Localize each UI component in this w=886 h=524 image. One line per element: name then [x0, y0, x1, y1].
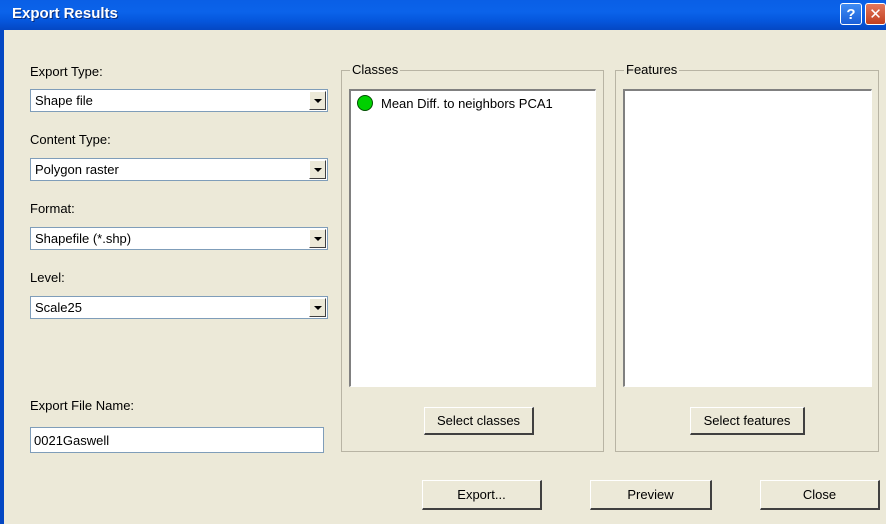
select-features-button[interactable]: Select features — [690, 407, 805, 435]
export-type-select[interactable]: Shape file — [30, 89, 328, 112]
select-classes-button[interactable]: Select classes — [424, 407, 534, 435]
window-title: Export Results — [12, 5, 118, 22]
close-icon: ✕ — [869, 6, 882, 23]
classes-group-title: Classes — [350, 62, 401, 77]
content-type-select[interactable]: Polygon raster — [30, 158, 328, 181]
title-bar: Export Results ? ✕ — [0, 0, 886, 30]
format-select[interactable]: Shapefile (*.shp) — [30, 227, 328, 250]
window-border — [0, 30, 4, 524]
content-type-value: Polygon raster — [35, 162, 119, 177]
close-button[interactable]: Close — [760, 480, 880, 510]
help-icon: ? — [846, 5, 856, 23]
help-button[interactable]: ? — [840, 3, 862, 25]
level-value: Scale25 — [35, 300, 82, 315]
level-select[interactable]: Scale25 — [30, 296, 328, 319]
features-list[interactable] — [623, 89, 872, 387]
export-button[interactable]: Export... — [422, 480, 542, 510]
classes-list[interactable]: Mean Diff. to neighbors PCA1 — [349, 89, 596, 387]
export-type-label: Export Type: — [30, 64, 103, 79]
chevron-down-icon[interactable] — [309, 160, 326, 179]
format-label: Format: — [30, 201, 75, 216]
class-item-label: Mean Diff. to neighbors PCA1 — [381, 95, 553, 111]
level-label: Level: — [30, 270, 65, 285]
export-type-value: Shape file — [35, 93, 93, 108]
file-name-input[interactable]: 0021Gaswell — [30, 427, 324, 453]
chevron-down-icon[interactable] — [309, 298, 326, 317]
close-window-button[interactable]: ✕ — [865, 3, 886, 25]
chevron-down-icon[interactable] — [309, 91, 326, 110]
list-item[interactable]: Mean Diff. to neighbors PCA1 — [357, 95, 553, 111]
chevron-down-icon[interactable] — [309, 229, 326, 248]
file-name-label: Export File Name: — [30, 398, 135, 413]
format-value: Shapefile (*.shp) — [35, 231, 132, 246]
file-name-value: 0021Gaswell — [34, 433, 110, 448]
features-group-title: Features — [624, 62, 680, 77]
preview-button[interactable]: Preview — [590, 480, 712, 510]
class-color-icon — [357, 95, 373, 111]
content-type-label: Content Type: — [30, 132, 111, 147]
